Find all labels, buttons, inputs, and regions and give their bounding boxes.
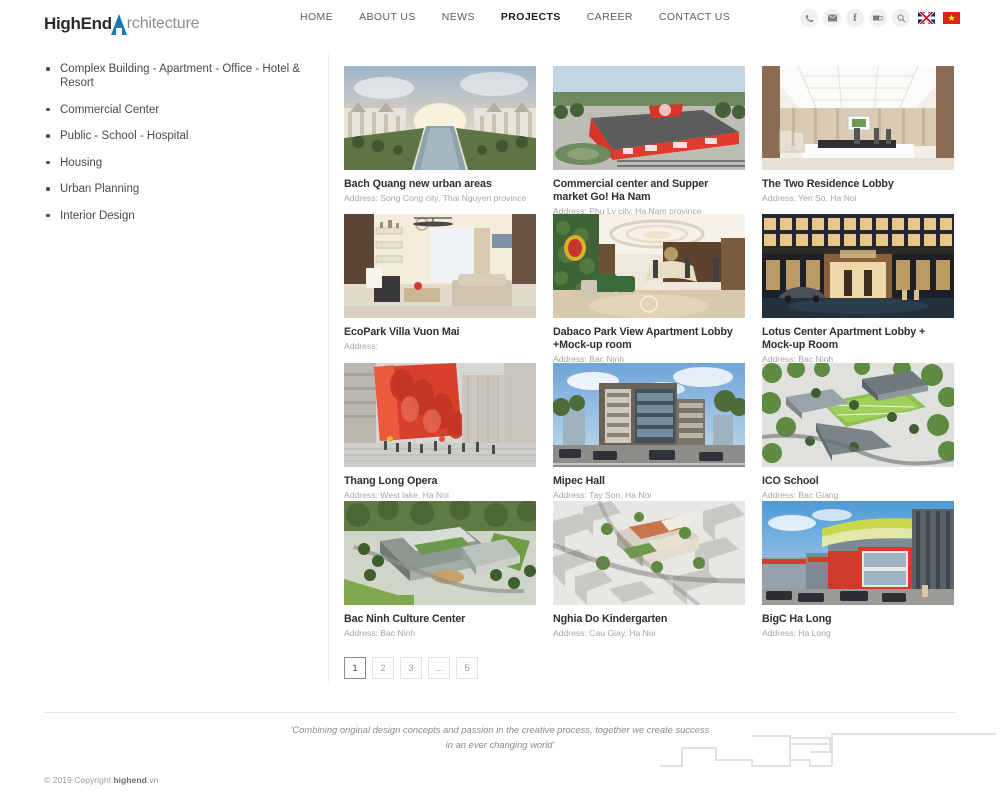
sidebar-item-housing[interactable]: Housing bbox=[44, 156, 326, 170]
sidebar-item-public-school-hospital[interactable]: Public - School - Hospital bbox=[44, 129, 326, 143]
pagination-page-3[interactable]: 3 bbox=[400, 657, 422, 679]
project-title: ICO School bbox=[762, 475, 819, 487]
project-thumbnail-school-campus[interactable] bbox=[762, 363, 954, 467]
project-card[interactable]: Lotus Center Apartment Lobby + Mock-up R… bbox=[762, 214, 954, 364]
copyright-suffix: .vn bbox=[146, 775, 159, 785]
project-title: Nghia Do Kindergarten bbox=[553, 613, 668, 625]
sidebar-item-label: Complex Building - Apartment - Office - … bbox=[60, 63, 301, 89]
pagination-ellipsis[interactable]: ... bbox=[428, 657, 450, 679]
blue-triangle-a-icon bbox=[110, 13, 128, 35]
project-card[interactable]: Bac Ninh Culture Center Address: Bac Nin… bbox=[344, 501, 536, 639]
project-title: Lotus Center Apartment Lobby + Mock-up R… bbox=[762, 326, 926, 351]
project-title: Bac Ninh Culture Center bbox=[344, 613, 466, 625]
flag-star-icon: ★ bbox=[947, 12, 956, 23]
project-card[interactable]: ICO School Address: Bac Giang bbox=[762, 363, 954, 501]
email-icon[interactable] bbox=[823, 9, 841, 27]
project-grid: Bach Quang new urban areas Address: Song… bbox=[344, 66, 956, 639]
nav-item-projects[interactable]: PROJECTS bbox=[501, 11, 561, 23]
project-card[interactable]: EcoPark Villa Vuon Mai Address: bbox=[344, 214, 536, 363]
pagination-page-2[interactable]: 2 bbox=[372, 657, 394, 679]
nav-item-news[interactable]: NEWS bbox=[442, 11, 475, 23]
project-thumbnail-bigc-storefront[interactable] bbox=[762, 501, 954, 605]
project-card[interactable]: Dabaco Park View Apartment Lobby +Mock-u… bbox=[553, 214, 745, 364]
project-title: Commercial center and Supper market Go! … bbox=[553, 178, 709, 203]
project-title: BigC Ha Long bbox=[762, 613, 832, 625]
sidebar-item-complex-building[interactable]: Complex Building - Apartment - Office - … bbox=[44, 62, 326, 90]
sidebar-item-label: Public - School - Hospital bbox=[60, 130, 189, 142]
project-address: Address: bbox=[344, 341, 378, 351]
project-address: Address: Song Cong city, Thai Nguyen pro… bbox=[344, 193, 527, 203]
project-thumbnail-reception-lobby[interactable] bbox=[762, 66, 954, 170]
blueprint-decoration bbox=[660, 733, 996, 767]
footer-divider bbox=[44, 712, 956, 713]
page-root: HighEnd rchitecture HOME ABOUT US NEWS P… bbox=[0, 0, 1000, 792]
project-thumbnail-opera-house[interactable] bbox=[344, 363, 536, 467]
phone-icon[interactable] bbox=[800, 9, 818, 27]
project-address: Address: West lake, Ha Noi bbox=[344, 490, 449, 500]
project-thumbnail-night-facade[interactable] bbox=[762, 214, 954, 318]
project-title: Mipec Hall bbox=[553, 475, 605, 487]
project-title: Bach Quang new urban areas bbox=[344, 178, 492, 190]
flag-en-icon[interactable] bbox=[918, 12, 935, 24]
nav-item-home[interactable]: HOME bbox=[300, 11, 333, 23]
vertical-divider bbox=[328, 54, 329, 682]
copyright-prefix: © 2019 Copyright bbox=[44, 775, 114, 785]
sidebar-item-interior-design[interactable]: Interior Design bbox=[44, 209, 326, 223]
project-card[interactable]: Mipec Hall Address: Tay Son, Ha Noi bbox=[553, 363, 745, 501]
nav-item-contact-us[interactable]: CONTACT US bbox=[659, 11, 730, 23]
project-card[interactable]: The Two Residence Lobby Address: Yen So,… bbox=[762, 66, 954, 214]
sidebar-item-urban-planning[interactable]: Urban Planning bbox=[44, 182, 326, 196]
sidebar-item-commercial-center[interactable]: Commercial Center bbox=[44, 103, 326, 117]
project-thumbnail-living-room[interactable] bbox=[344, 214, 536, 318]
project-address: Address: Tay Son, Ha Noi bbox=[553, 490, 652, 500]
project-address: Address: Bac Ninh bbox=[344, 628, 416, 638]
social-share-icon[interactable] bbox=[869, 9, 887, 27]
project-thumbnail-kindergarten[interactable] bbox=[553, 501, 745, 605]
sidebar-item-label: Commercial Center bbox=[60, 103, 160, 116]
project-thumbnail-green-wall-lobby[interactable] bbox=[553, 214, 745, 318]
pagination-page-1[interactable]: 1 bbox=[344, 657, 366, 679]
logo-secondary-text: rchitecture bbox=[126, 15, 200, 32]
project-thumbnail-office-building[interactable] bbox=[553, 363, 745, 467]
flag-vi-icon[interactable]: ★ bbox=[943, 12, 960, 24]
pagination: 1 2 3 ... 5 bbox=[344, 657, 478, 679]
project-row: Bach Quang new urban areas Address: Song… bbox=[344, 66, 956, 216]
project-row: Bac Ninh Culture Center Address: Bac Nin… bbox=[344, 501, 956, 639]
site-header: HighEnd rchitecture HOME ABOUT US NEWS P… bbox=[0, 0, 1000, 44]
copyright-text: © 2019 Copyright highend.vn bbox=[44, 775, 158, 785]
project-thumbnail-culture-center[interactable] bbox=[344, 501, 536, 605]
copyright-brand: highend bbox=[113, 775, 147, 785]
search-icon[interactable] bbox=[892, 9, 910, 27]
site-logo[interactable]: HighEnd rchitecture bbox=[44, 8, 200, 35]
project-card[interactable]: Nghia Do Kindergarten Address: Cau Giay,… bbox=[553, 501, 745, 639]
project-address: Address: Yen So, Ha Noi bbox=[762, 193, 857, 203]
project-address: Address: Bac Giang bbox=[762, 490, 839, 500]
pagination-page-5[interactable]: 5 bbox=[456, 657, 478, 679]
logo-primary-text: HighEnd bbox=[44, 14, 112, 33]
project-card[interactable]: Thang Long Opera Address: West lake, Ha … bbox=[344, 363, 536, 501]
category-sidebar: Complex Building - Apartment - Office - … bbox=[44, 62, 326, 235]
project-row: Thang Long Opera Address: West lake, Ha … bbox=[344, 363, 956, 501]
project-title: Thang Long Opera bbox=[344, 475, 438, 487]
project-thumbnail-red-shopping-mall[interactable] bbox=[553, 66, 745, 170]
sidebar-item-label: Urban Planning bbox=[60, 183, 140, 195]
project-card[interactable]: Bach Quang new urban areas Address: Song… bbox=[344, 66, 536, 214]
project-title: Dabaco Park View Apartment Lobby +Mock-u… bbox=[553, 326, 733, 351]
project-address: Address: Ha Long bbox=[762, 628, 831, 638]
nav-item-about-us[interactable]: ABOUT US bbox=[359, 11, 416, 23]
nav-item-career[interactable]: CAREER bbox=[587, 11, 633, 23]
project-row: EcoPark Villa Vuon Mai Address: Dabaco P… bbox=[344, 214, 956, 364]
project-title: EcoPark Villa Vuon Mai bbox=[344, 326, 460, 338]
main-navigation: HOME ABOUT US NEWS PROJECTS CAREER CONTA… bbox=[300, 11, 730, 23]
project-card[interactable]: BigC Ha Long Address: Ha Long bbox=[762, 501, 954, 639]
header-toolbar: f ★ bbox=[800, 9, 960, 27]
project-thumbnail-urban-boulevard[interactable] bbox=[344, 66, 536, 170]
project-title: The Two Residence Lobby bbox=[762, 178, 894, 190]
project-card[interactable]: Commercial center and Supper market Go! … bbox=[553, 66, 745, 216]
facebook-icon[interactable]: f bbox=[846, 9, 864, 27]
project-address: Address: Cau Giay, Ha Noi bbox=[553, 628, 656, 638]
sidebar-item-label: Interior Design bbox=[60, 209, 135, 222]
sidebar-item-label: Housing bbox=[60, 156, 103, 169]
